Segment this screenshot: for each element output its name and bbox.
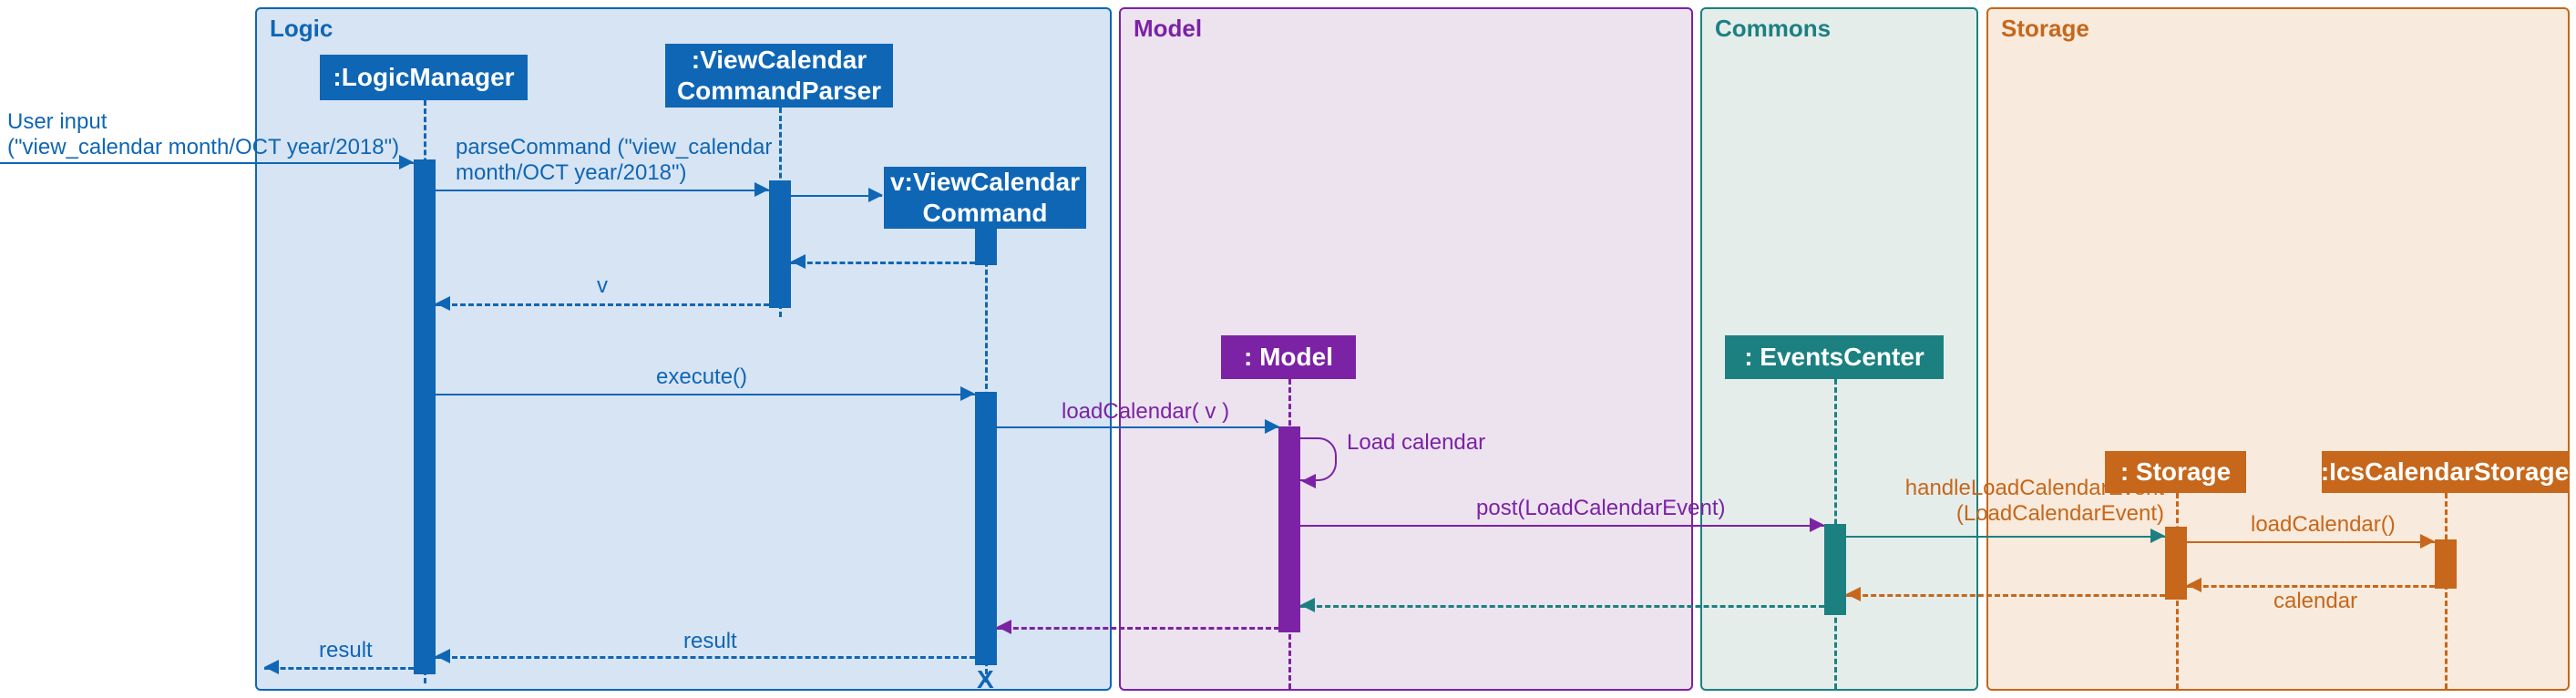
viewcalcmd-head: v:ViewCalendar Command xyxy=(884,167,1086,229)
logicmanager-activation xyxy=(414,159,436,674)
parsecmd-line1: parseCommand ("view_calendar xyxy=(456,135,772,160)
result-label1: result xyxy=(683,629,737,654)
post-arrow xyxy=(1300,525,1824,527)
execute-arrowhead xyxy=(960,386,975,401)
user-input-arrow xyxy=(0,162,414,164)
handle-line2: (LoadCalendarEvent) xyxy=(1882,501,2164,527)
viewcalparser-activation xyxy=(769,180,791,308)
handle-label: handleLoadCalendarEvent (LoadCalendarEve… xyxy=(1882,476,2164,527)
user-input-line1: User input xyxy=(7,109,399,135)
post-label: post(LoadCalendarEvent) xyxy=(1476,496,1726,521)
parsecmd-arrowhead xyxy=(754,182,769,197)
execute-arrow xyxy=(436,394,975,395)
create-arrowhead xyxy=(868,188,883,202)
eventscenter-activation xyxy=(1824,524,1846,615)
calendar-return-head xyxy=(2187,578,2201,592)
viewcalcmd-activation1 xyxy=(975,229,997,265)
storage-activation xyxy=(2165,527,2187,600)
v-return-arrow xyxy=(436,303,769,306)
model-cmd-return xyxy=(997,627,1279,630)
eventscenter-head: : EventsCenter xyxy=(1725,335,1944,379)
model-activation xyxy=(1278,426,1300,632)
loadcal-label: loadCalendar() xyxy=(2251,512,2396,538)
logicmanager-head: :LogicManager xyxy=(320,55,528,100)
parsecmd-line2: month/OCT year/2018") xyxy=(456,160,772,186)
storage-label: Storage xyxy=(2001,15,2089,43)
logic-label: Logic xyxy=(270,15,333,43)
ec-model-return-head xyxy=(1300,598,1315,612)
commons-label: Commons xyxy=(1715,15,1831,43)
result-arrow1 xyxy=(436,656,975,659)
user-input-label: User input ("view_calendar month/OCT yea… xyxy=(7,109,399,160)
viewcalparser-head: :ViewCalendar CommandParser xyxy=(665,44,893,108)
icsstorage-head: :IcsCalendarStorage xyxy=(2322,451,2568,493)
load-calendar-self-head xyxy=(1301,474,1316,488)
execute-label: execute() xyxy=(656,364,747,390)
result-arrow1-head xyxy=(436,649,450,663)
model-cmd-return-head xyxy=(997,620,1011,634)
calendar-return xyxy=(2187,585,2435,588)
calendar-label: calendar xyxy=(2273,589,2357,614)
result-arrow2-head xyxy=(264,660,279,674)
ec-model-return xyxy=(1300,605,1824,608)
parsecmd-arrow xyxy=(436,190,769,191)
destroy-x: X xyxy=(977,665,994,694)
handle-arrow xyxy=(1846,536,2165,538)
icsstorage-lifeline xyxy=(2445,493,2448,689)
result-arrow2 xyxy=(264,667,414,670)
loadcal-arrow xyxy=(2187,541,2435,543)
user-input-line2: ("view_calendar month/OCT year/2018") xyxy=(7,135,399,160)
viewcalcmd-text: v:ViewCalendar Command xyxy=(890,167,1080,228)
result-label2: result xyxy=(319,638,373,663)
viewcalcmd-activation2 xyxy=(975,392,997,665)
storage-ec-return xyxy=(1846,594,2165,597)
loadcal-v-arrow xyxy=(997,426,1279,428)
model-label: Model xyxy=(1134,15,1202,43)
handle-arrowhead xyxy=(2150,529,2165,543)
handle-line1: handleLoadCalendarEvent xyxy=(1882,476,2164,501)
v-to-parser-arrowhead xyxy=(791,254,806,269)
parsecmd-label: parseCommand ("view_calendar month/OCT y… xyxy=(456,135,772,186)
user-input-arrowhead xyxy=(399,155,414,169)
post-arrowhead xyxy=(1810,518,1824,532)
loadcal-arrowhead xyxy=(2420,534,2435,549)
viewcalparser-text: :ViewCalendar CommandParser xyxy=(677,45,881,106)
storage-ec-return-head xyxy=(1846,587,1861,601)
icsstorage-activation xyxy=(2435,539,2457,589)
model-container: Model xyxy=(1119,7,1693,691)
model-head: : Model xyxy=(1221,335,1356,379)
v-return-arrowhead xyxy=(436,296,450,311)
v-to-parser-return xyxy=(791,262,975,264)
loadcal-v-label: loadCalendar( v ) xyxy=(1062,399,1229,425)
v-label: v xyxy=(597,273,608,299)
loadcal-v-arrowhead xyxy=(1265,419,1279,434)
load-calendar-self-label: Load calendar xyxy=(1347,430,1485,456)
